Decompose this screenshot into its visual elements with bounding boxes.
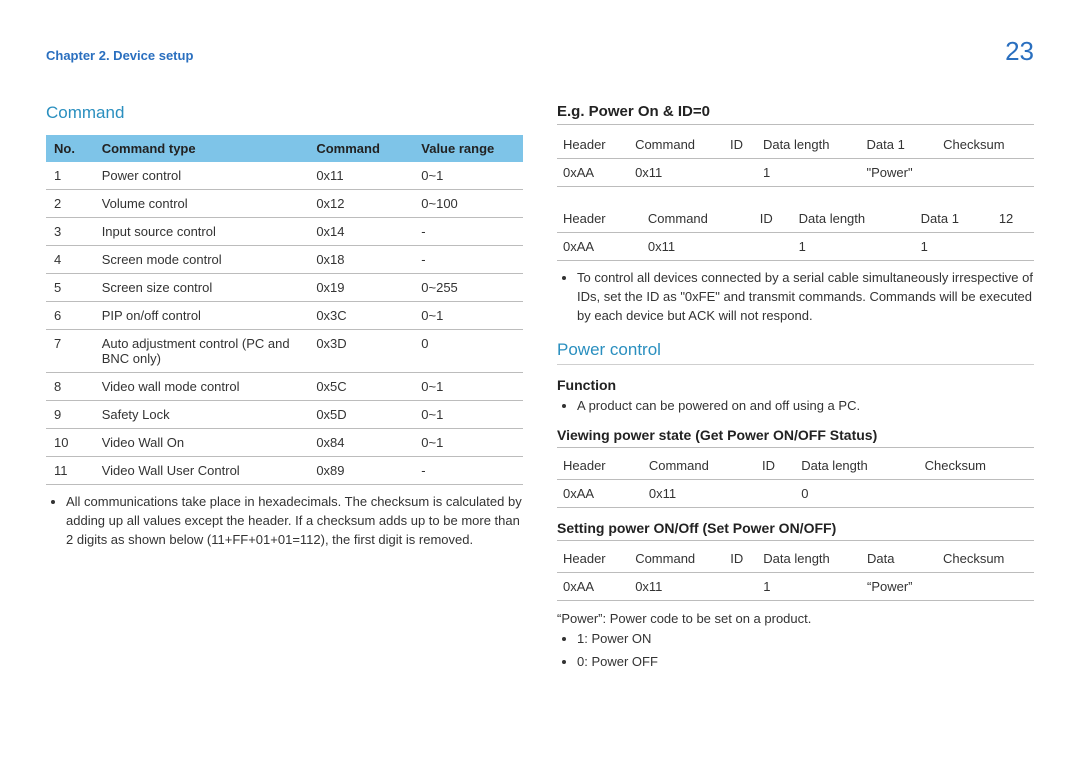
table-header-row: Header Command ID Data length Checksum xyxy=(557,452,1034,480)
eg-table-2: Header Command ID Data length Data 1 12 … xyxy=(557,205,1034,261)
function-list: A product can be powered on and off usin… xyxy=(557,397,1034,416)
th-range: Value range xyxy=(413,135,523,162)
table-header-row: Header Command ID Data length Data 1 Che… xyxy=(557,131,1034,159)
set-title: Setting power ON/Off (Set Power ON/OFF) xyxy=(557,520,1034,541)
view-table: Header Command ID Data length Checksum 0… xyxy=(557,452,1034,508)
table-row: 0xAA 0x11 1 1 xyxy=(557,233,1034,261)
topbar: Chapter 2. Device setup 23 xyxy=(46,36,1034,67)
table-header-row: Header Command ID Data length Data 1 12 xyxy=(557,205,1034,233)
left-notes: All communications take place in hexadec… xyxy=(46,493,523,550)
chapter-label: Chapter 2. Device setup xyxy=(46,48,193,63)
columns: Command No. Command type Command Value r… xyxy=(46,89,1034,676)
power-codes: 1: Power ON 0: Power OFF xyxy=(557,630,1034,672)
left-note: All communications take place in hexadec… xyxy=(66,493,523,550)
table-row: 7Auto adjustment control (PC and BNC onl… xyxy=(46,330,523,373)
table-row: 8Video wall mode control0x5C0~1 xyxy=(46,373,523,401)
command-table: No. Command type Command Value range 1Po… xyxy=(46,135,523,485)
table-row: 11Video Wall User Control0x89- xyxy=(46,457,523,485)
view-title: Viewing power state (Get Power ON/OFF St… xyxy=(557,427,1034,448)
table-row: 0xAA 0x11 1 “Power” xyxy=(557,573,1034,601)
set-table: Header Command ID Data length Data Check… xyxy=(557,545,1034,601)
table-row: 5Screen size control0x190~255 xyxy=(46,274,523,302)
table-row: 6PIP on/off control0x3C0~1 xyxy=(46,302,523,330)
th-cmd: Command xyxy=(308,135,413,162)
th-type: Command type xyxy=(94,135,309,162)
eg-note: To control all devices connected by a se… xyxy=(577,269,1034,326)
function-label: Function xyxy=(557,377,1034,393)
section-title-command: Command xyxy=(46,103,523,127)
table-row: 0xAA 0x11 1 "Power" xyxy=(557,159,1034,187)
function-text: A product can be powered on and off usin… xyxy=(577,397,1034,416)
eg-notes: To control all devices connected by a se… xyxy=(557,269,1034,326)
eg-title: E.g. Power On & ID=0 xyxy=(557,103,1034,125)
power-off: 0: Power OFF xyxy=(577,653,1034,672)
table-row: 0xAA 0x11 0 xyxy=(557,480,1034,508)
table-header-row: No. Command type Command Value range xyxy=(46,135,523,162)
table-row: 2Volume control0x120~100 xyxy=(46,190,523,218)
right-column: E.g. Power On & ID=0 Header Command ID D… xyxy=(557,89,1034,676)
table-header-row: Header Command ID Data length Data Check… xyxy=(557,545,1034,573)
page-number: 23 xyxy=(1005,36,1034,67)
eg-table-1: Header Command ID Data length Data 1 Che… xyxy=(557,131,1034,187)
table-row: 10Video Wall On0x840~1 xyxy=(46,429,523,457)
power-on: 1: Power ON xyxy=(577,630,1034,649)
power-note: “Power”: Power code to be set on a produ… xyxy=(557,611,1034,626)
power-control-title: Power control xyxy=(557,340,1034,365)
page: Chapter 2. Device setup 23 Command No. C… xyxy=(0,0,1080,716)
table-row: 1Power control0x110~1 xyxy=(46,162,523,190)
table-row: 4Screen mode control0x18- xyxy=(46,246,523,274)
table-row: 9Safety Lock0x5D0~1 xyxy=(46,401,523,429)
th-no: No. xyxy=(46,135,94,162)
table-row: 3Input source control0x14- xyxy=(46,218,523,246)
left-column: Command No. Command type Command Value r… xyxy=(46,89,523,676)
